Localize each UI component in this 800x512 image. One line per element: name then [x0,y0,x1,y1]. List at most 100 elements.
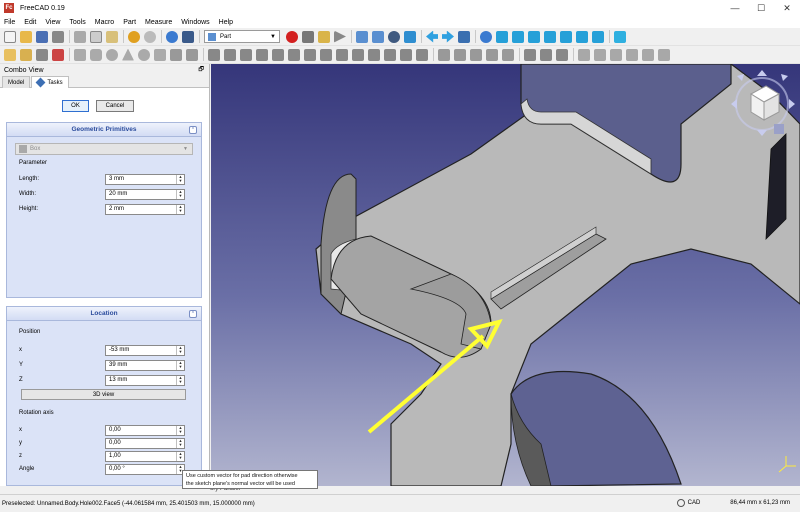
position-x-input[interactable]: -53 mm ▲ ▼ [105,344,185,356]
zoom-icon[interactable] [480,30,492,43]
measure-angular-icon[interactable] [594,48,606,61]
sketch-icon[interactable] [52,48,64,61]
menu-help[interactable]: Help [219,19,233,26]
link-icon[interactable] [36,48,48,61]
fit-all-icon[interactable] [356,30,368,43]
paste-icon[interactable] [106,30,118,43]
thickness-icon[interactable] [400,48,412,61]
redo-icon[interactable] [144,30,156,43]
measure-linear-icon[interactable] [578,48,590,61]
sphere-primitive-icon[interactable] [106,48,118,61]
3d-viewport[interactable] [211,64,800,486]
shape-builder-icon[interactable] [186,48,198,61]
menu-file[interactable]: File [4,19,15,26]
extrude-icon[interactable] [208,48,220,61]
location-header[interactable]: Location ⌃ [7,307,201,321]
undo-icon[interactable] [128,30,140,43]
cone-primitive-icon[interactable] [122,48,134,61]
make-face-icon[interactable] [288,48,300,61]
top-view-icon[interactable] [528,30,540,43]
position-z-input[interactable]: 13 mm ▲ ▼ [105,374,185,386]
tab-model[interactable]: Model [2,76,31,88]
menu-part[interactable]: Part [123,19,136,26]
bottom-view-icon[interactable] [576,30,588,43]
left-view-icon[interactable] [592,30,604,43]
spin-arrows-icon[interactable]: ▲ ▼ [176,375,184,385]
chamfer-icon[interactable] [272,48,284,61]
projection-icon[interactable] [416,48,428,61]
refresh-icon[interactable] [166,30,178,43]
spin-arrows-icon[interactable]: ▲ ▼ [176,425,184,435]
cut-boolean-icon[interactable] [470,48,482,61]
cancel-button[interactable]: Cancel [96,100,134,112]
right-view-icon[interactable] [544,30,556,43]
spin-arrows-icon[interactable]: ▲ ▼ [176,360,184,370]
spin-arrows-icon[interactable]: ▲ ▼ [176,204,184,214]
record-macro-icon[interactable] [286,30,298,43]
nav-right-arrow-icon[interactable] [789,99,795,109]
primitives-icon[interactable] [170,48,182,61]
stop-macro-icon[interactable] [302,30,314,43]
part-new-icon[interactable] [4,48,16,61]
measure-toggle-3d-icon[interactable] [642,48,654,61]
cut-icon[interactable] [74,30,86,43]
edit-macro-icon[interactable] [318,30,330,43]
torus-primitive-icon[interactable] [138,48,150,61]
common-icon[interactable] [502,48,514,61]
workbench-selector[interactable]: Part ▼ [204,30,280,43]
rotation-y-input[interactable]: 0,00 ▲ ▼ [105,437,185,449]
rear-view-icon[interactable] [560,30,572,43]
measure-toggle-delta-icon[interactable] [658,48,670,61]
view-menu-icon[interactable] [774,124,784,134]
open-icon[interactable] [20,30,32,43]
spin-arrows-icon[interactable]: ▲ ▼ [176,451,184,461]
measure-refresh-icon[interactable] [610,48,622,61]
new-document-icon[interactable] [4,30,16,43]
sweep-icon[interactable] [336,48,348,61]
copy-icon[interactable] [90,30,102,43]
menu-macro[interactable]: Macro [95,19,114,26]
whats-this-icon[interactable] [182,30,194,43]
close-button[interactable]: ✕ [774,0,800,16]
menu-view[interactable]: View [45,19,60,26]
3d-view-button[interactable]: 3D view [21,389,186,400]
box-primitive-icon[interactable] [74,48,86,61]
fuse-icon[interactable] [486,48,498,61]
geometric-primitives-header[interactable]: Geometric Primitives ⌃ [7,123,201,137]
boolean-icon[interactable] [454,48,466,61]
collapse-icon[interactable]: ⌃ [189,309,197,318]
position-y-input[interactable]: 39 mm ▲ ▼ [105,359,185,371]
length-input[interactable]: 3 mm ▲ ▼ [105,173,185,185]
print-icon[interactable] [52,30,64,43]
maximize-button[interactable]: ☐ [748,0,774,16]
spin-arrows-icon[interactable]: ▲ ▼ [176,174,184,184]
tab-tasks[interactable]: Tasks [31,76,69,88]
cross-sections-icon[interactable] [368,48,380,61]
compound-icon[interactable] [438,48,450,61]
rotation-z-input[interactable]: 1,00 ▲ ▼ [105,450,185,462]
offset-icon[interactable] [384,48,396,61]
rotate-arrow-icon[interactable] [781,74,788,81]
check-geometry-icon[interactable] [556,48,568,61]
fit-selection-icon[interactable] [372,30,384,43]
std-views-icon[interactable] [458,30,470,43]
height-input[interactable]: 2 mm ▲ ▼ [105,203,185,215]
spin-arrows-icon[interactable]: ▲ ▼ [176,345,184,355]
fillet-icon[interactable] [256,48,268,61]
measure-icon[interactable] [614,30,626,43]
isometric-view-icon[interactable] [496,30,508,43]
ok-button[interactable]: OK [62,100,89,112]
save-icon[interactable] [36,30,48,43]
spin-arrows-icon[interactable]: ▲ ▼ [176,189,184,199]
loft-icon[interactable] [320,48,332,61]
section-icon[interactable] [352,48,364,61]
draw-style-icon[interactable] [388,30,400,43]
float-panel-icon[interactable]: 🗗 [198,65,204,75]
minimize-button[interactable]: — [722,0,748,16]
forward-arrow-icon[interactable] [442,30,454,43]
measure-clear-icon[interactable] [626,48,638,61]
join-icon[interactable] [524,48,536,61]
menu-edit[interactable]: Edit [24,19,36,26]
ruled-surface-icon[interactable] [304,48,316,61]
width-input[interactable]: 20 mm ▲ ▼ [105,188,185,200]
